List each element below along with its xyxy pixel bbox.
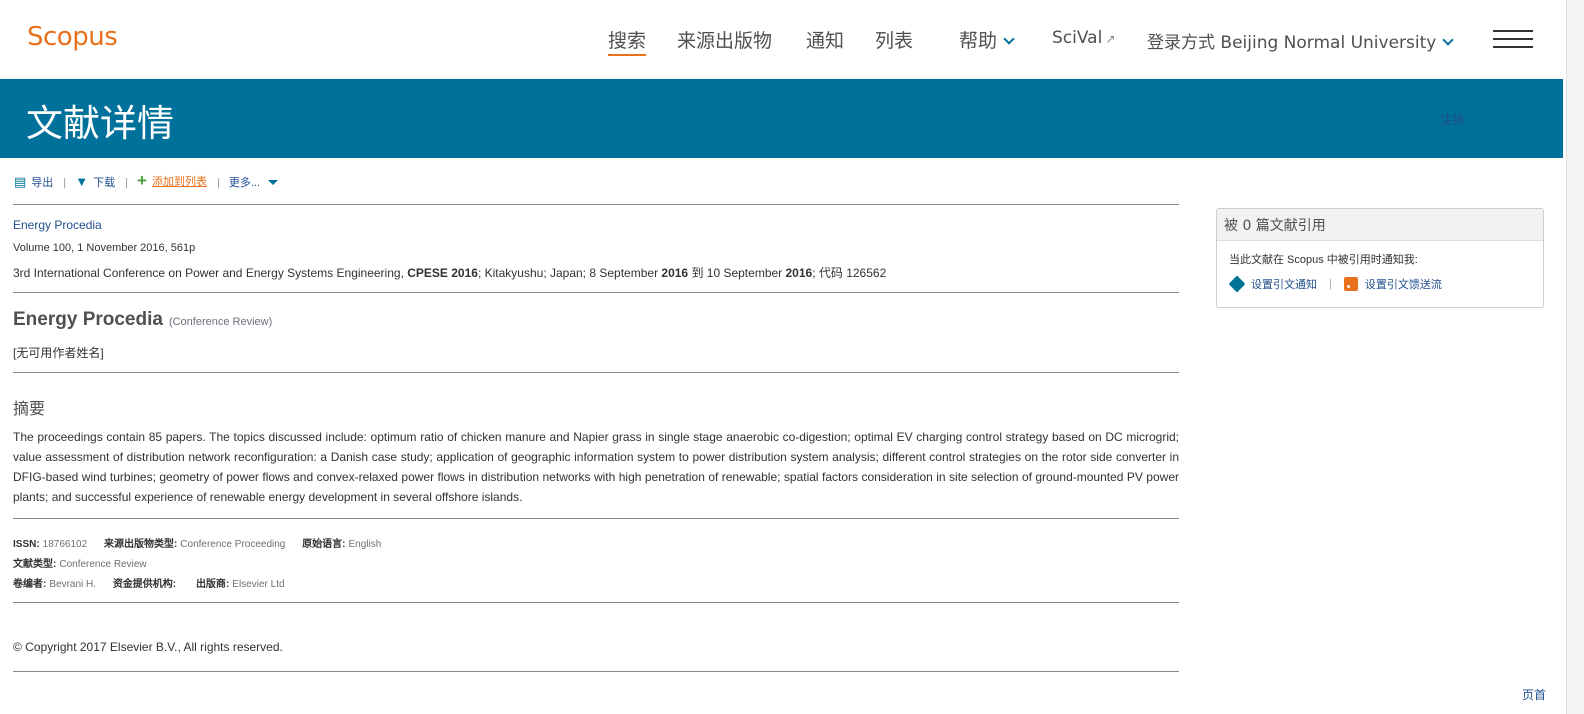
- conference-info: 3rd International Conference on Power an…: [13, 264, 886, 281]
- nav-search[interactable]: 搜索: [608, 26, 647, 56]
- abstract-text: The proceedings contain 85 papers. The t…: [13, 430, 1179, 504]
- set-citation-feed-link[interactable]: 设置引文馈送流: [1365, 276, 1442, 292]
- document-title-row: Energy Procedia (Conference Review): [13, 309, 272, 331]
- set-citation-alert-link[interactable]: 设置引文通知: [1251, 276, 1317, 292]
- document-type: (Conference Review): [168, 316, 273, 328]
- source-type-label: 来源出版物类型:: [103, 539, 178, 550]
- publisher-value: Elsevier Ltd: [232, 579, 285, 590]
- conference-year: 2016: [661, 266, 689, 280]
- rss-icon: [1343, 277, 1358, 291]
- top-header: Scopus 搜索 来源出版物 通知 列表 帮助 SciVal ↗ 登录方式 Be…: [0, 0, 1566, 79]
- conference-text: 到 10 September: [688, 266, 786, 280]
- divider: [13, 204, 1179, 205]
- conference-text: ; Kitakyushu; Japan; 8 September: [477, 266, 662, 280]
- nav-sources[interactable]: 来源出版物: [677, 26, 772, 53]
- download-label: 下载: [93, 176, 116, 189]
- caret-down-icon: [268, 179, 279, 185]
- metadata-row-2: 文献类型: Conference Review: [13, 555, 147, 570]
- page-title: 文献详情: [26, 102, 174, 145]
- publisher-label: 出版商:: [195, 579, 230, 590]
- scopus-logo[interactable]: Scopus: [27, 22, 118, 52]
- document-toolbar: ▤ 导出 | ▼ 下载 | + 添加到列表 | 更多...: [14, 171, 282, 191]
- cited-by-panel: 被 0 篇文献引用 当此文献在 Scopus 中被引用时通知我: 设置引文通知 …: [1216, 208, 1544, 308]
- cited-by-body: 当此文献在 Scopus 中被引用时通知我: 设置引文通知 | 设置引文馈送流: [1217, 241, 1543, 302]
- doc-type-label: 文献类型:: [13, 559, 57, 570]
- authors: [无可用作者姓名]: [13, 346, 104, 360]
- issn-value: 18766102: [42, 539, 88, 550]
- funding-label: 资金提供机构:: [112, 579, 177, 590]
- metadata-row-1: ISSN: 18766102 来源出版物类型: Conference Proceed…: [13, 535, 381, 550]
- nav-scival-label: SciVal: [1052, 28, 1103, 48]
- nav-scival[interactable]: SciVal ↗: [1052, 28, 1115, 48]
- citation-notify-text: 当此文献在 Scopus 中被引用时通知我:: [1229, 254, 1418, 266]
- page-banner: 文献详情 注销: [0, 79, 1563, 158]
- nav-login-label: 登录方式 Beijing Normal University: [1147, 33, 1437, 53]
- metadata-row-3: 卷编者: Bevrani H. 资金提供机构: 出版商: Elsevier Ltd: [13, 575, 285, 590]
- nav-login-institution[interactable]: 登录方式 Beijing Normal University: [1147, 28, 1455, 53]
- divider: [13, 372, 1179, 373]
- issn-label: ISSN:: [13, 539, 40, 550]
- tag-icon: [1228, 275, 1246, 293]
- download-button[interactable]: ▼ 下载: [75, 174, 115, 190]
- more-dropdown[interactable]: 更多...: [228, 174, 279, 190]
- export-icon: ▤: [14, 174, 27, 189]
- logout-link[interactable]: 注销: [1440, 111, 1464, 128]
- cited-by-title: 被 0 篇文献引用: [1217, 209, 1543, 241]
- document-title: Energy Procedia: [13, 309, 163, 330]
- conference-code: ; 代码 126562: [812, 266, 887, 280]
- conference-text: 3rd International Conference on Power an…: [13, 266, 408, 280]
- citation-actions: 设置引文通知 | 设置引文馈送流: [1228, 275, 1531, 293]
- add-to-list-button[interactable]: + 添加到列表: [137, 171, 207, 191]
- divider: [13, 671, 1179, 672]
- nav-alerts[interactable]: 通知: [806, 26, 844, 53]
- conference-year: 2016: [785, 266, 813, 280]
- hamburger-menu-icon[interactable]: [1493, 30, 1533, 50]
- chevron-down-icon: [1442, 34, 1455, 46]
- divider: [13, 518, 1179, 519]
- external-link-icon: ↗: [1105, 32, 1116, 46]
- source-type-value: Conference Proceeding: [180, 539, 286, 550]
- export-label: 导出: [31, 177, 54, 189]
- doc-type-value: Conference Review: [59, 559, 147, 570]
- nav-help-label: 帮助: [959, 30, 998, 52]
- nav-help[interactable]: 帮助: [959, 26, 1015, 53]
- divider: [13, 292, 1179, 293]
- plus-icon: +: [137, 171, 147, 190]
- divider: [13, 602, 1179, 603]
- download-icon: ▼: [75, 174, 89, 189]
- source-journal-link[interactable]: Energy Procedia: [13, 218, 102, 232]
- volume-info: Volume 100, 1 November 2016, 561p: [13, 242, 196, 254]
- add-to-list-label: 添加到列表: [151, 176, 207, 188]
- copyright: © Copyright 2017 Elsevier B.V., All righ…: [13, 640, 283, 654]
- nav-lists[interactable]: 列表: [875, 26, 913, 53]
- editors-label: 卷编者:: [13, 579, 47, 590]
- chevron-down-icon: [1003, 33, 1015, 45]
- vertical-scrollbar[interactable]: [1566, 0, 1584, 714]
- more-label: 更多...: [228, 177, 261, 189]
- language-value: English: [348, 539, 382, 550]
- export-button[interactable]: ▤ 导出: [14, 174, 53, 190]
- editors-value: Bevrani H.: [49, 579, 97, 590]
- conference-acronym: CPESE 2016: [407, 266, 478, 280]
- abstract-heading: 摘要: [13, 399, 46, 418]
- language-label: 原始语言:: [302, 539, 346, 550]
- back-to-top-link[interactable]: 页首: [1522, 686, 1546, 703]
